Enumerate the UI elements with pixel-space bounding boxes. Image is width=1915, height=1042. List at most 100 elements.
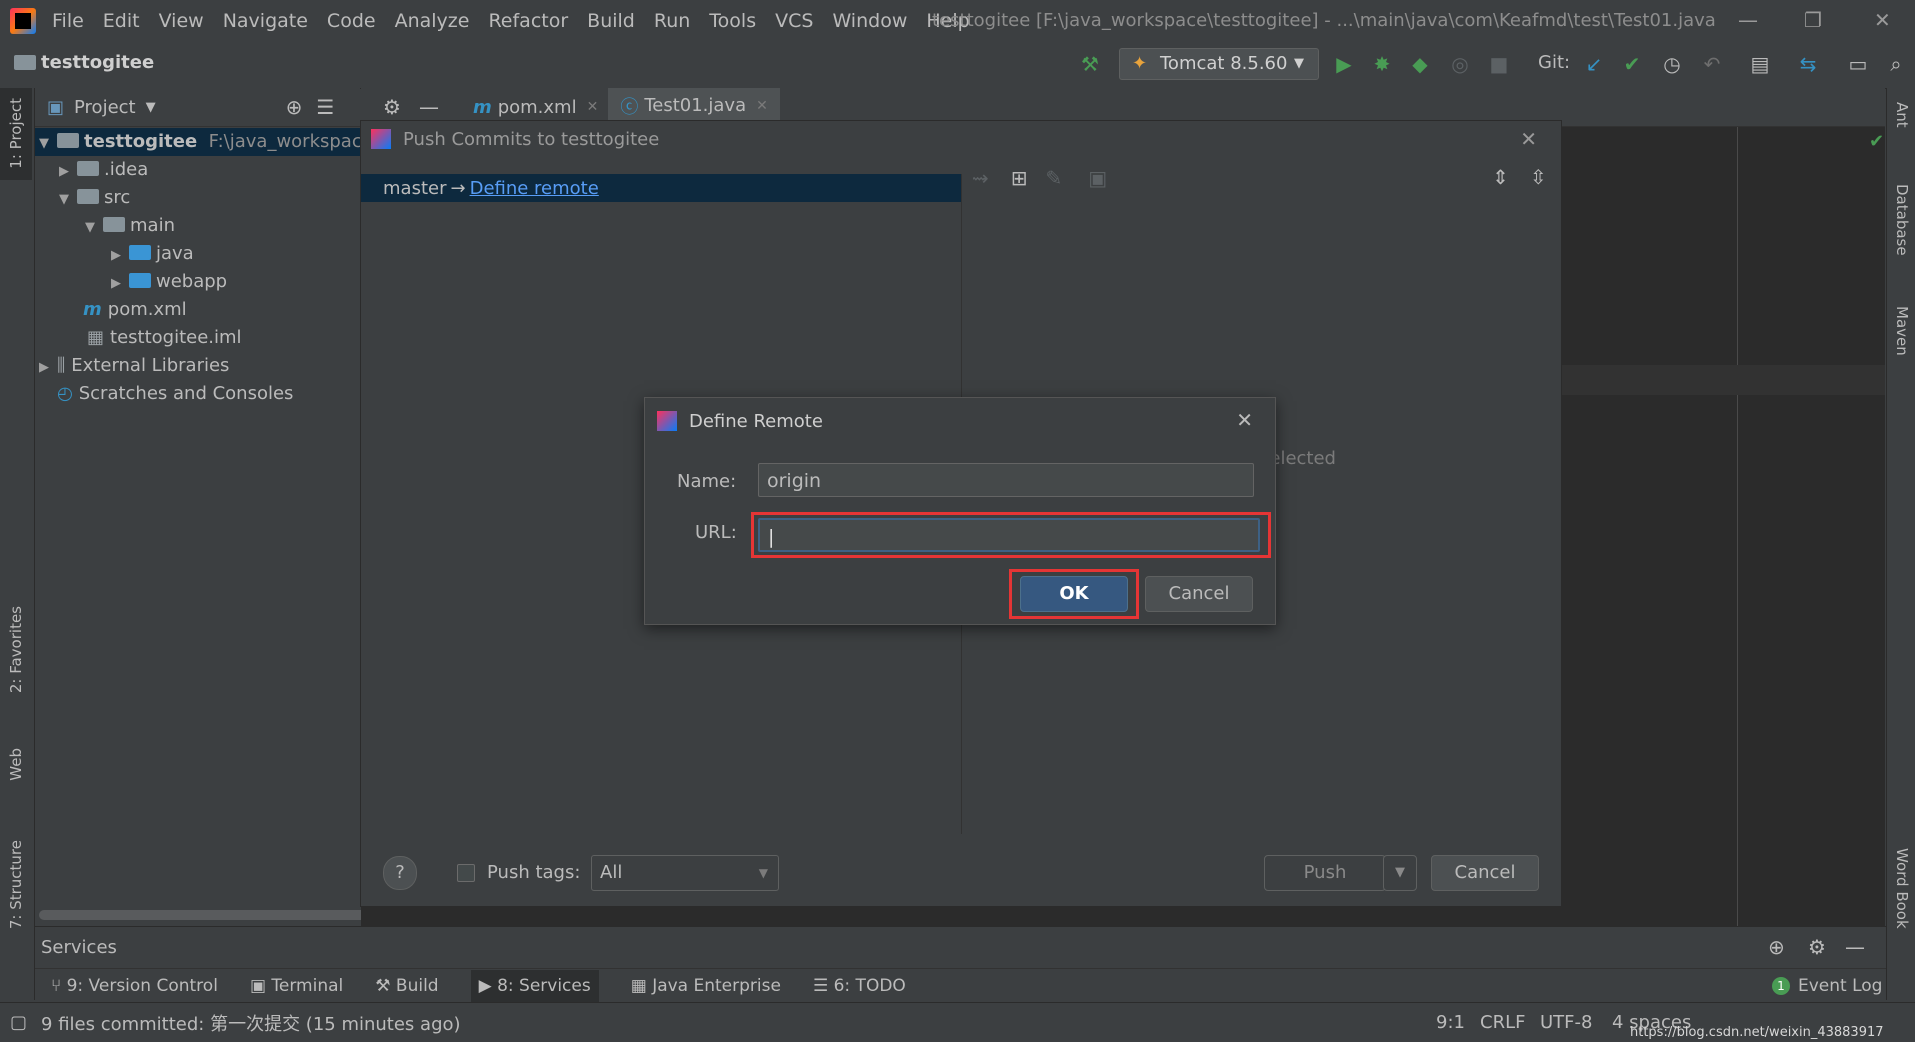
git-commit-icon[interactable]: ✔: [1620, 52, 1644, 76]
watermark-url: https://blog.csdn.net/weixin_43883917: [1630, 1025, 1884, 1040]
tab-todo[interactable]: ☰ 6: TODO: [813, 976, 906, 996]
push-cancel-button[interactable]: Cancel: [1431, 855, 1539, 891]
translate-icon[interactable]: ⇆: [1796, 52, 1820, 76]
diff-preview-icon[interactable]: ▣: [1088, 166, 1107, 190]
tree-node-webapp[interactable]: ▶ webapp: [111, 268, 227, 296]
menu-build[interactable]: Build: [587, 10, 635, 32]
menu-vcs[interactable]: VCS: [775, 10, 813, 32]
coverage-icon[interactable]: ◆: [1408, 52, 1432, 76]
close-window-icon[interactable]: ✕: [1874, 8, 1891, 32]
menu-refactor[interactable]: Refactor: [488, 10, 568, 32]
menu-analyze[interactable]: Analyze: [395, 10, 470, 32]
caret-position[interactable]: 9:1: [1436, 1012, 1465, 1033]
push-tags-select[interactable]: All ▼: [591, 855, 779, 891]
project-view-label[interactable]: Project: [74, 97, 136, 118]
collapse-all-icon[interactable]: ⇳: [1530, 165, 1547, 189]
project-tool-tab[interactable]: 1: Project: [0, 88, 32, 180]
tree-node-iml[interactable]: ▦ testtogitee.iml: [87, 324, 242, 352]
run-configuration-select[interactable]: ✦ Tomcat 8.5.60 ▼: [1119, 48, 1319, 80]
search-icon[interactable]: ⌕: [1884, 52, 1908, 76]
menu-code[interactable]: Code: [327, 10, 376, 32]
maven-file-icon: m: [472, 96, 492, 118]
project-structure-icon[interactable]: ▤: [1748, 52, 1772, 76]
minimize-icon[interactable]: —: [1738, 8, 1758, 32]
line-separator[interactable]: CRLF: [1480, 1012, 1525, 1033]
close-tab-icon[interactable]: ✕: [587, 99, 599, 115]
debug-bug-icon[interactable]: ✸: [1370, 52, 1394, 76]
file-encoding[interactable]: UTF-8: [1540, 1012, 1592, 1033]
inspection-ok-icon[interactable]: ✔: [1869, 131, 1884, 152]
menu-file[interactable]: File: [52, 10, 84, 32]
tree-node-java[interactable]: ▶ java: [111, 240, 194, 268]
structure-tool-label[interactable]: 7: Structure: [7, 840, 25, 929]
expand-all-icon[interactable]: ⇕: [1492, 165, 1509, 189]
menu-navigate[interactable]: Navigate: [223, 10, 308, 32]
push-tags-checkbox[interactable]: [457, 864, 475, 882]
collapse-all-icon[interactable]: ☰: [316, 95, 334, 119]
tree-node-idea[interactable]: ▶ .idea: [59, 156, 148, 184]
locate-target-icon[interactable]: ⊕: [286, 95, 303, 119]
hide-panel-icon[interactable]: —: [419, 95, 439, 119]
run-icon[interactable]: ▶: [1332, 52, 1356, 76]
build-hammer-icon[interactable]: ⚒: [1078, 52, 1102, 76]
ant-tool-label[interactable]: Ant: [1893, 102, 1911, 128]
hide-panel-icon[interactable]: —: [1845, 935, 1865, 959]
breadcrumb[interactable]: testtogitee: [14, 52, 154, 73]
event-log-tab[interactable]: Event Log: [1798, 976, 1882, 996]
tree-node-scratches[interactable]: ◴ Scratches and Consoles: [57, 380, 293, 408]
push-button[interactable]: Push: [1264, 855, 1386, 891]
help-button[interactable]: ?: [383, 856, 417, 890]
presentation-icon[interactable]: ▭: [1846, 52, 1870, 76]
tab-label: Test01.java: [644, 95, 747, 116]
tree-node-project-root[interactable]: ▼ testtogitee F:\java_workspace\t: [35, 128, 386, 156]
menu-tools[interactable]: Tools: [709, 10, 756, 32]
tab-terminal[interactable]: ▣ Terminal: [250, 976, 343, 996]
library-icon: ⫼: [57, 355, 66, 376]
navigation-toolbar: testtogitee ⚒ ✦ Tomcat 8.5.60 ▼ ▶ ✸ ◆ ◎ …: [0, 42, 1915, 89]
profile-icon[interactable]: ◎: [1448, 52, 1472, 76]
rollback-icon[interactable]: ↶: [1700, 52, 1724, 76]
edit-source-icon[interactable]: ✎: [1046, 166, 1063, 190]
globe-icon[interactable]: ⊕: [1768, 935, 1785, 959]
tree-node-external-libraries[interactable]: ▶ ⫼ External Libraries: [35, 352, 229, 380]
menu-view[interactable]: View: [159, 10, 204, 32]
close-tab-icon[interactable]: ✕: [756, 98, 768, 114]
database-tool-label[interactable]: Database: [1893, 184, 1911, 256]
group-by-icon[interactable]: ⊞: [1011, 166, 1028, 190]
push-options-dropdown[interactable]: ▼: [1383, 855, 1417, 891]
branch-row[interactable]: master → Define remote: [361, 174, 961, 202]
chevron-down-icon[interactable]: ▼: [146, 100, 156, 115]
event-log-badge: 1: [1772, 977, 1790, 995]
tree-node-pom[interactable]: m pom.xml: [83, 296, 187, 324]
cancel-button[interactable]: Cancel: [1145, 576, 1253, 612]
ok-button[interactable]: OK: [1020, 576, 1128, 612]
menu-edit[interactable]: Edit: [103, 10, 140, 32]
tree-node-src[interactable]: ▼ src: [59, 184, 130, 212]
cherry-pick-icon[interactable]: ⇝: [972, 166, 989, 190]
settings-gear-icon[interactable]: ⚙: [383, 95, 401, 119]
git-update-icon[interactable]: ↙: [1582, 52, 1606, 76]
tree-node-label: .idea: [104, 159, 149, 180]
settings-gear-icon[interactable]: ⚙: [1808, 935, 1826, 959]
tab-build[interactable]: ⚒ Build: [375, 976, 438, 996]
menu-window[interactable]: Window: [832, 10, 907, 32]
wordbook-tool-label[interactable]: Word Book: [1893, 848, 1911, 929]
remote-url-field[interactable]: |: [758, 518, 1260, 552]
favorites-tool-label[interactable]: 2: Favorites: [7, 606, 25, 693]
history-clock-icon[interactable]: ◷: [1660, 52, 1684, 76]
toggle-tool-windows-icon[interactable]: ▢: [10, 1012, 27, 1033]
define-remote-link[interactable]: Define remote: [470, 178, 599, 199]
menu-run[interactable]: Run: [654, 10, 690, 32]
web-tool-label[interactable]: Web: [7, 748, 25, 781]
close-icon[interactable]: ✕: [1520, 127, 1537, 151]
restore-icon[interactable]: ❐: [1804, 8, 1822, 32]
stop-icon[interactable]: ■: [1487, 52, 1511, 76]
maven-tool-label[interactable]: Maven: [1893, 306, 1911, 356]
menu-bar: File Edit View Navigate Code Analyze Ref…: [0, 0, 1915, 42]
tab-services[interactable]: ▶ 8: Services: [470, 970, 599, 1002]
remote-name-field[interactable]: origin: [758, 463, 1254, 497]
tab-version-control[interactable]: ⑂ 9: Version Control: [51, 976, 218, 996]
tab-java-enterprise[interactable]: ▦ Java Enterprise: [631, 976, 781, 996]
tree-node-main[interactable]: ▼ main: [85, 212, 175, 240]
close-icon[interactable]: ✕: [1236, 408, 1253, 432]
